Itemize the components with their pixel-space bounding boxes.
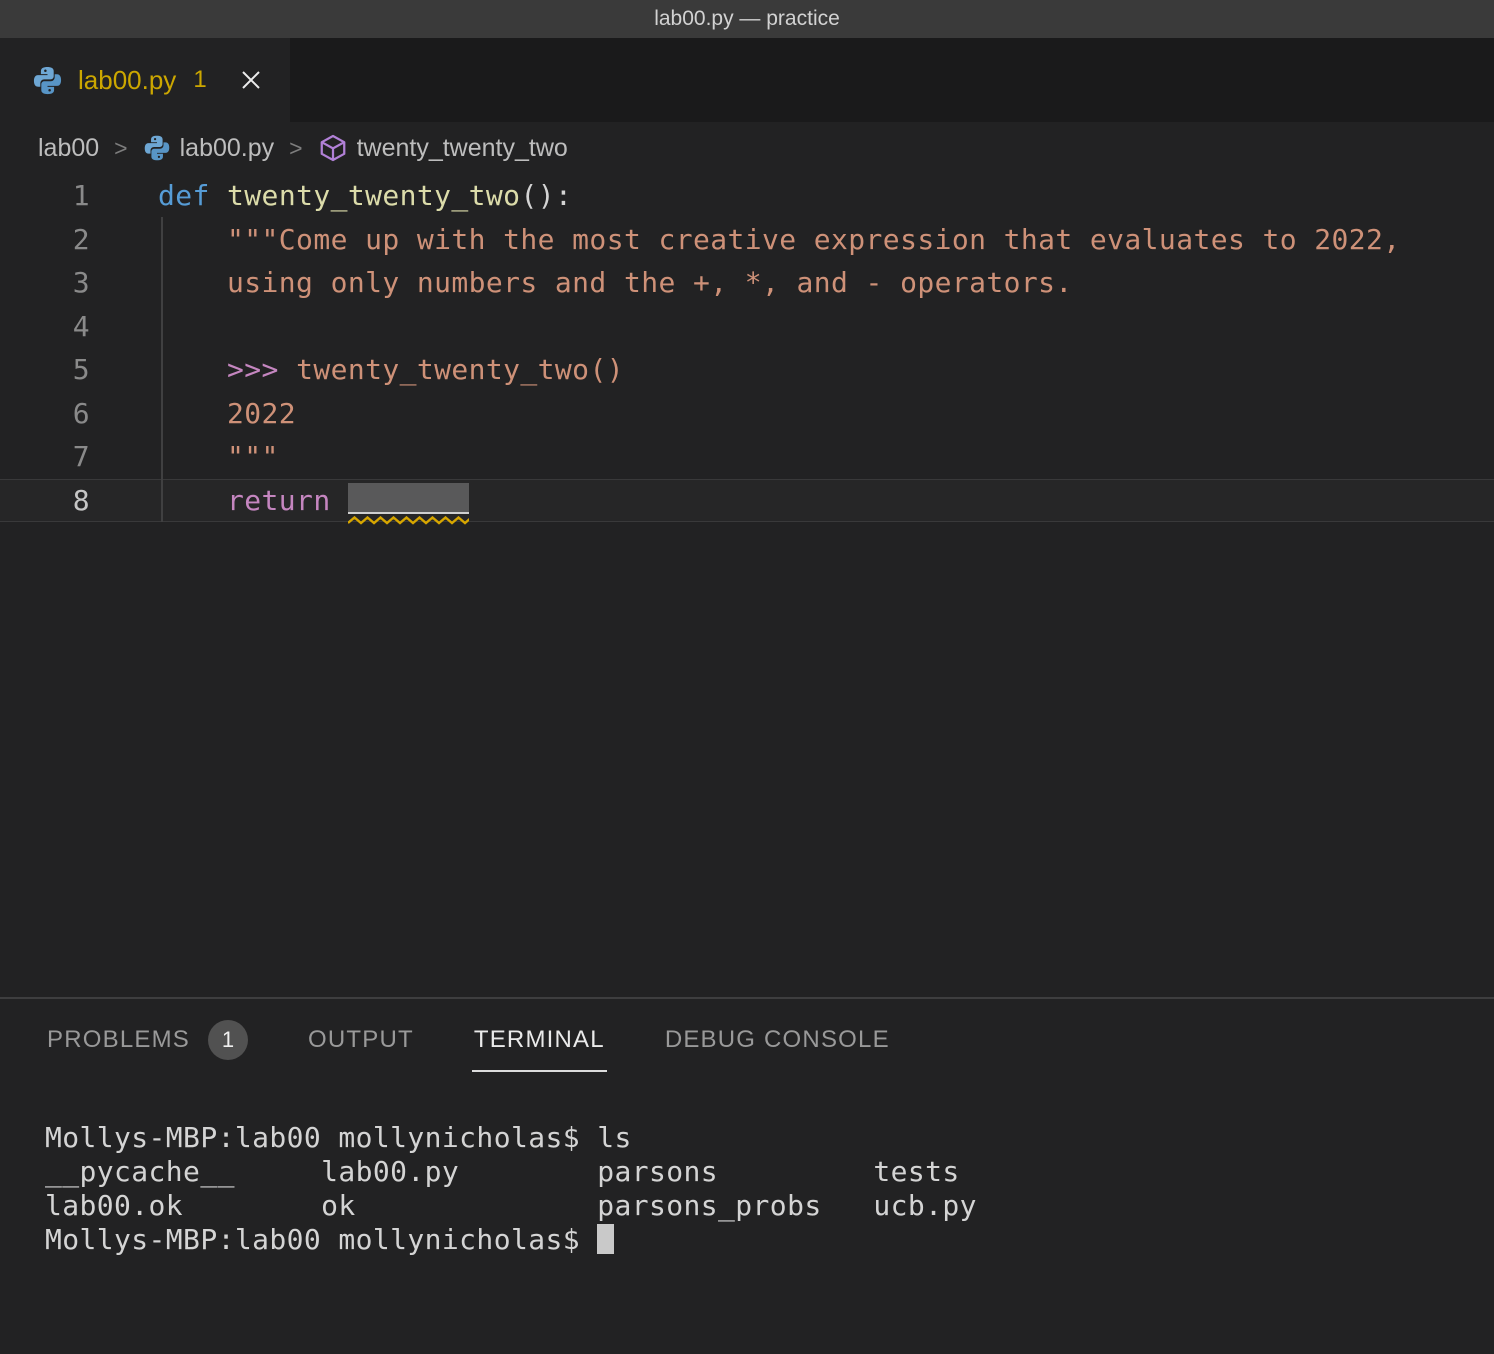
bottom-panel: PROBLEMS 1 OUTPUT TERMINAL DEBUG CONSOLE Mol… <box>0 997 1494 1354</box>
panel-tab-terminal[interactable]: TERMINAL <box>472 1008 607 1072</box>
code-text: """Come up with the most creative expres… <box>90 218 1401 262</box>
code-text: """ <box>90 435 279 479</box>
chevron-right-icon: > <box>114 135 127 162</box>
panel-tab-label: OUTPUT <box>308 1026 414 1054</box>
code-text: >>> twenty_twenty_two() <box>90 348 624 392</box>
indent-guide <box>161 217 163 522</box>
terminal-output[interactable]: Mollys-MBP:lab00 mollynicholas$ ls__pyca… <box>0 1081 1494 1257</box>
code-token <box>158 353 227 386</box>
python-icon <box>143 134 171 162</box>
code-token: """ <box>158 440 279 473</box>
window-title: lab00.py — practice <box>654 7 840 31</box>
code-text: return <box>90 480 469 522</box>
panel-tab-label: DEBUG CONSOLE <box>665 1026 890 1054</box>
tab-problem-count: 1 <box>193 66 206 94</box>
code-line-8[interactable]: 8 return <box>0 479 1494 523</box>
code-text: 2022 <box>90 392 296 436</box>
breadcrumb-folder[interactable]: lab00 <box>38 134 99 163</box>
code-editor[interactable]: 1def twenty_twenty_two():2 """Come up wi… <box>0 174 1494 997</box>
code-token: >>> <box>227 353 296 386</box>
chevron-right-icon: > <box>289 135 302 162</box>
code-line-2[interactable]: 2 """Come up with the most creative expr… <box>0 218 1494 262</box>
line-number: 6 <box>0 392 90 436</box>
line-number: 8 <box>0 480 90 522</box>
editor-tab-lab00[interactable]: lab00.py 1 <box>0 38 290 122</box>
cube-symbol-icon <box>318 133 348 163</box>
warning-squiggle-icon <box>348 516 469 525</box>
code-token: (): <box>520 179 572 212</box>
terminal-line: Mollys-MBP:lab00 mollynicholas$ ls <box>45 1121 1494 1155</box>
code-text <box>90 305 158 349</box>
code-token: using only numbers and the +, *, and - o… <box>158 266 1073 299</box>
code-token <box>158 484 227 517</box>
code-token: twenty_twenty_two() <box>296 353 624 386</box>
panel-tabs: PROBLEMS 1 OUTPUT TERMINAL DEBUG CONSOLE <box>0 999 1494 1081</box>
code-token: return <box>227 484 331 517</box>
tab-strip: lab00.py 1 <box>0 38 1494 122</box>
breadcrumb: lab00 > lab00.py > twenty_twenty_two <box>0 122 1494 174</box>
line-number: 2 <box>0 218 90 262</box>
code-token: """Come up with the most creative expres… <box>158 223 1401 256</box>
line-number: 5 <box>0 348 90 392</box>
code-line-3[interactable]: 3 using only numbers and the +, *, and -… <box>0 261 1494 305</box>
line-number: 4 <box>0 305 90 349</box>
code-token <box>331 484 348 517</box>
code-line-7[interactable]: 7 """ <box>0 435 1494 479</box>
code-line-4[interactable]: 4 <box>0 305 1494 349</box>
line-number: 3 <box>0 261 90 305</box>
terminal-line: lab00.ok ok parsons_probs ucb.py <box>45 1189 1494 1223</box>
code-text: using only numbers and the +, *, and - o… <box>90 261 1073 305</box>
title-bar: lab00.py — practice <box>0 0 1494 38</box>
code-token: def <box>158 179 210 212</box>
panel-tab-debug-console[interactable]: DEBUG CONSOLE <box>663 1008 892 1072</box>
code-token: twenty_twenty_two <box>227 179 520 212</box>
code-line-5[interactable]: 5 >>> twenty_twenty_two() <box>0 348 1494 392</box>
breadcrumb-symbol[interactable]: twenty_twenty_two <box>357 134 568 163</box>
panel-tab-output[interactable]: OUTPUT <box>306 1008 416 1072</box>
terminal-line: __pycache__ lab00.py parsons tests <box>45 1155 1494 1189</box>
selection-highlight <box>348 483 469 514</box>
line-number: 1 <box>0 174 90 218</box>
line-number: 7 <box>0 435 90 479</box>
python-icon <box>32 65 63 96</box>
close-icon[interactable] <box>238 67 264 93</box>
panel-tab-problems[interactable]: PROBLEMS 1 <box>45 1002 250 1078</box>
code-line-6[interactable]: 6 2022 <box>0 392 1494 436</box>
panel-tab-label: PROBLEMS <box>47 1026 190 1054</box>
code-token: 2022 <box>158 397 296 430</box>
code-token <box>210 179 227 212</box>
tab-file-name: lab00.py <box>78 65 176 96</box>
editor-code: 1def twenty_twenty_two():2 """Come up wi… <box>0 174 1494 522</box>
code-line-1[interactable]: 1def twenty_twenty_two(): <box>0 174 1494 218</box>
terminal-cursor <box>597 1224 614 1254</box>
terminal-line: Mollys-MBP:lab00 mollynicholas$ <box>45 1223 1494 1257</box>
breadcrumb-file[interactable]: lab00.py <box>180 134 275 163</box>
code-text: def twenty_twenty_two(): <box>90 174 572 218</box>
problems-count-badge: 1 <box>208 1020 248 1060</box>
panel-tab-label: TERMINAL <box>474 1026 605 1054</box>
